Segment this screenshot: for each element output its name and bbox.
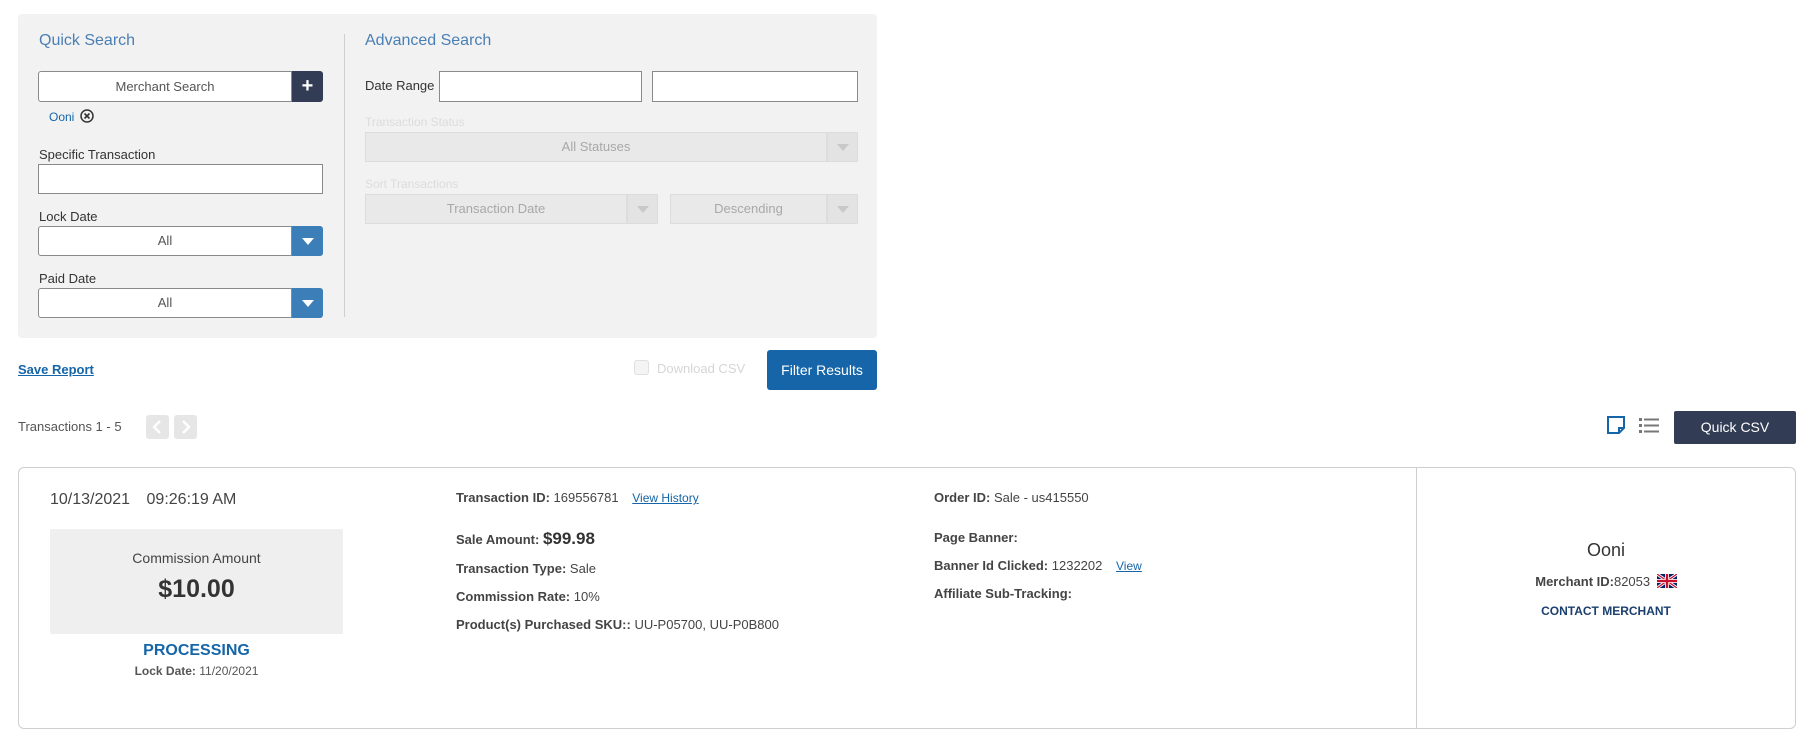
list-view-icon[interactable]: [1638, 415, 1660, 435]
save-report-link[interactable]: Save Report: [18, 362, 94, 377]
transaction-status-label: Transaction Status: [365, 115, 465, 129]
sort-order-select[interactable]: Descending: [670, 194, 827, 224]
transaction-id-label: Transaction ID:: [456, 490, 550, 505]
transaction-date: 10/13/2021 09:26:19 AM: [50, 491, 236, 509]
merchant-tag-label: Ooni: [49, 110, 75, 124]
card-view-icon[interactable]: [1606, 415, 1626, 435]
date-range-label: Date Range: [365, 78, 435, 93]
transaction-card: 10/13/2021 09:26:19 AM Commission Amount…: [18, 467, 1796, 729]
search-panel: Quick Search Merchant Search + Ooni Spec…: [18, 14, 877, 338]
lock-date-dropdown-button[interactable]: [292, 226, 323, 256]
merchant-tag: Ooni: [49, 109, 94, 127]
commission-box: Commission Amount $10.00: [50, 529, 343, 634]
merchant-search-input[interactable]: Merchant Search: [38, 71, 292, 102]
chevron-left-icon: [152, 420, 161, 434]
transaction-status-select[interactable]: All Statuses: [365, 132, 827, 162]
lock-date-label: Lock Date: [39, 209, 98, 224]
uk-flag-icon: [1655, 572, 1678, 590]
transaction-status-dropdown-button[interactable]: [827, 132, 858, 162]
sale-amount-value: $99.98: [542, 529, 595, 548]
sale-amount-label: Sale Amount:: [456, 532, 540, 547]
plus-icon: +: [301, 75, 314, 97]
order-id-row: Order ID: Sale - us415550: [934, 490, 1089, 505]
remove-merchant-icon[interactable]: [79, 109, 94, 123]
download-csv-checkbox[interactable]: [634, 360, 649, 375]
skus-label: Product(s) Purchased SKU::: [456, 617, 631, 632]
advanced-search-title: Advanced Search: [365, 32, 492, 49]
card-divider: [1416, 468, 1417, 728]
paid-date-select[interactable]: All: [38, 288, 292, 318]
order-id-label: Order ID:: [934, 490, 991, 505]
commission-label: Commission Amount: [132, 550, 261, 566]
banner-id-label: Banner Id Clicked:: [934, 558, 1049, 573]
banner-id-value: 1232202: [1051, 558, 1103, 573]
transaction-type-label: Transaction Type:: [456, 561, 567, 576]
view-history-link[interactable]: View History: [632, 491, 698, 505]
merchant-id-row: Merchant ID:82053: [1417, 572, 1795, 590]
panel-divider: [344, 34, 345, 317]
transaction-id-row: Transaction ID: 169556781 View History: [456, 490, 699, 505]
lock-date-select[interactable]: All: [38, 226, 292, 256]
sort-field-dropdown-button[interactable]: [627, 194, 658, 224]
transaction-type-value: Sale: [569, 561, 596, 576]
quick-csv-button[interactable]: Quick CSV: [1674, 411, 1796, 444]
results-range: Transactions 1 - 5: [18, 419, 122, 434]
transaction-type-row: Transaction Type: Sale: [456, 561, 596, 576]
filter-results-button[interactable]: Filter Results: [767, 350, 877, 390]
next-page-button[interactable]: [174, 415, 197, 439]
add-merchant-button[interactable]: +: [292, 71, 323, 102]
lock-date-value: 11/20/2021: [199, 664, 259, 678]
paid-date-label: Paid Date: [39, 271, 97, 286]
transaction-time-value: 09:26:19 AM: [146, 491, 237, 508]
transaction-id-value: 169556781: [553, 490, 619, 505]
commission-amount: $10.00: [158, 575, 235, 603]
lock-date-label: Lock Date:: [134, 664, 196, 678]
transaction-date-value: 10/13/2021: [50, 491, 131, 508]
sub-tracking-label: Affiliate Sub-Tracking:: [934, 586, 1072, 601]
chevron-right-icon: [182, 420, 191, 434]
commission-rate-label: Commission Rate:: [456, 589, 571, 604]
prev-page-button[interactable]: [146, 415, 169, 439]
sort-field-select[interactable]: Transaction Date: [365, 194, 627, 224]
merchant-name: Ooni: [1586, 540, 1626, 560]
skus-value: UU-P05700, UU-P0B800: [634, 617, 779, 632]
skus-row: Product(s) Purchased SKU:: UU-P05700, UU…: [456, 617, 779, 632]
page-banner-row: Page Banner:: [934, 530, 1018, 545]
banner-id-row: Banner Id Clicked: 1232202 View: [934, 558, 1142, 573]
commission-rate-value: 10%: [573, 589, 600, 604]
page-banner-label: Page Banner:: [934, 530, 1018, 545]
sale-amount-row: Sale Amount: $99.98: [456, 529, 595, 549]
date-to-input[interactable]: [652, 71, 858, 102]
merchant-id-value: 82053: [1613, 574, 1651, 589]
lock-date-row: Lock Date: 11/20/2021: [50, 664, 343, 678]
date-from-input[interactable]: [439, 71, 642, 102]
commission-rate-row: Commission Rate: 10%: [456, 589, 600, 604]
sub-tracking-row: Affiliate Sub-Tracking:: [934, 586, 1072, 601]
order-id-value: Sale - us415550: [993, 490, 1089, 505]
paid-date-dropdown-button[interactable]: [292, 288, 323, 318]
specific-transaction-label: Specific Transaction: [39, 147, 156, 162]
download-csv-label: Download CSV: [657, 361, 746, 376]
specific-transaction-input[interactable]: [38, 164, 323, 194]
banner-view-link[interactable]: View: [1116, 559, 1142, 573]
quick-search-title: Quick Search: [39, 32, 136, 49]
contact-merchant-link[interactable]: CONTACT MERCHANT: [1417, 604, 1795, 618]
sort-order-dropdown-button[interactable]: [827, 194, 858, 224]
status-badge: PROCESSING: [143, 642, 250, 659]
sort-transactions-label: Sort Transactions: [365, 177, 459, 191]
merchant-id-label: Merchant ID:: [1535, 574, 1614, 589]
